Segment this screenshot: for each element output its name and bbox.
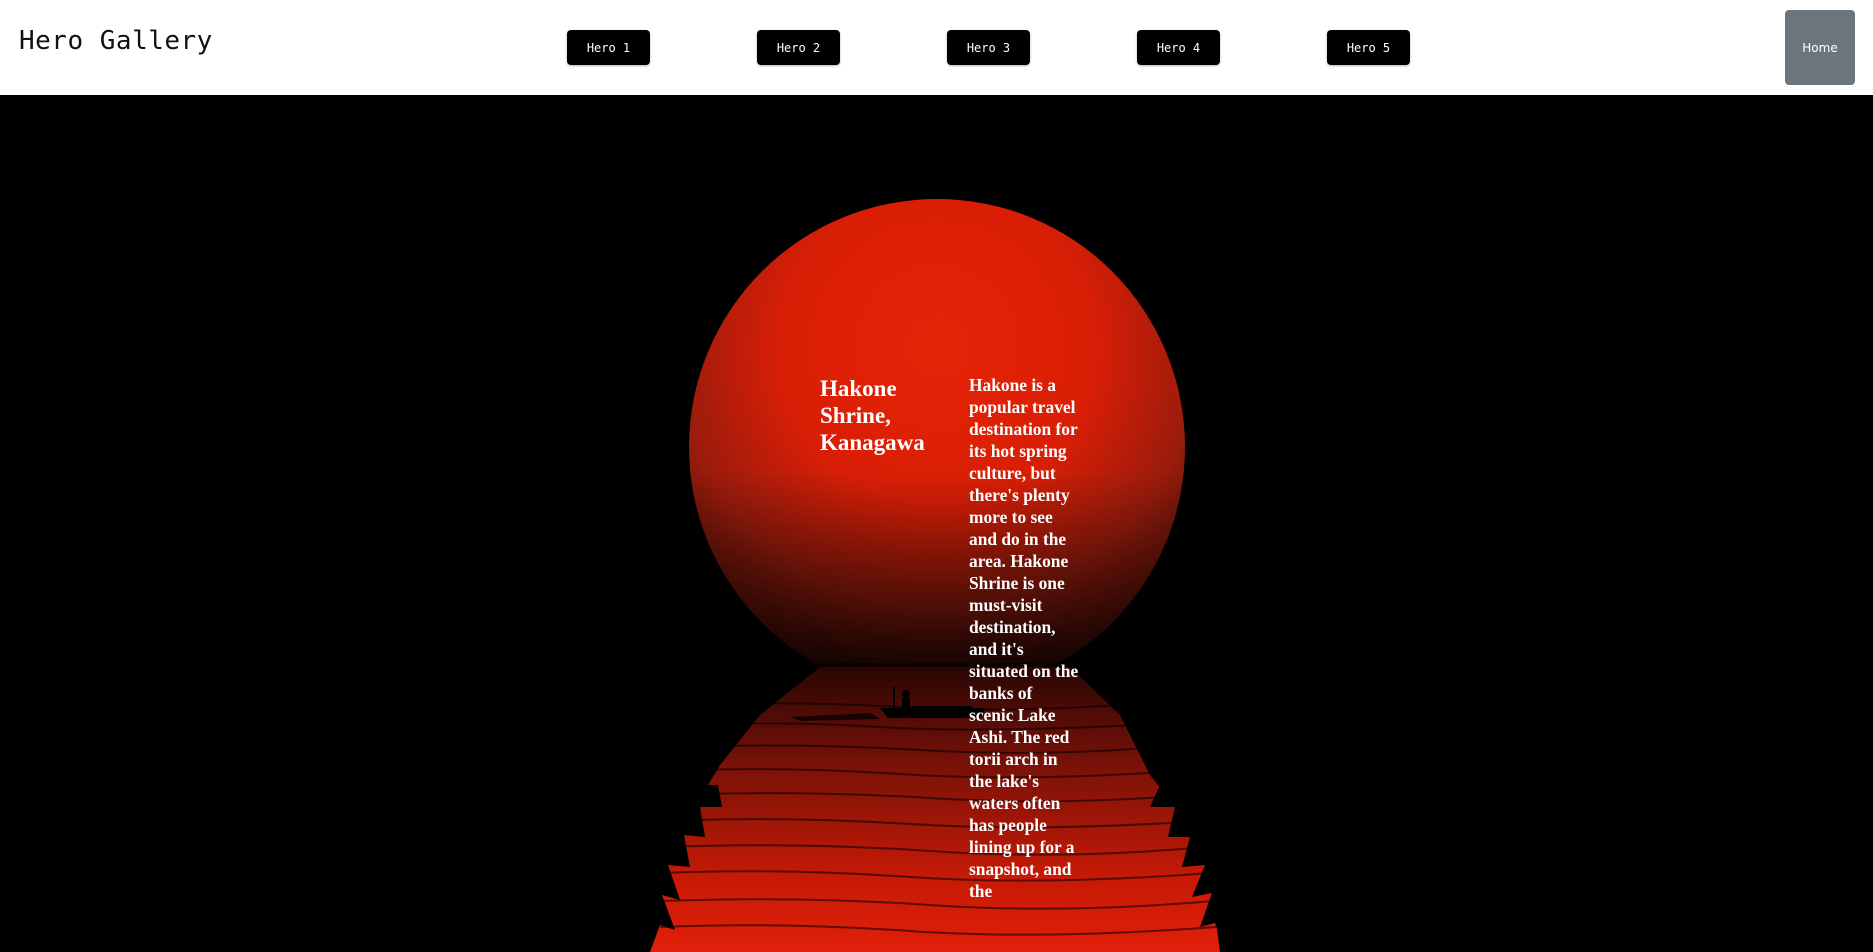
hero-4-button[interactable]: Hero 4 (1137, 30, 1220, 65)
hero-2-button[interactable]: Hero 2 (757, 30, 840, 65)
brand-title: Hero Gallery (19, 26, 213, 56)
hero-title: Hakone Shrine, Kanagawa (820, 376, 925, 455)
hero-1-button[interactable]: Hero 1 (567, 30, 650, 65)
hero-3-button[interactable]: Hero 3 (947, 30, 1030, 65)
hero-description: Hakone is a popular travel destination f… (969, 375, 1079, 901)
hero-image (640, 199, 1240, 952)
hero-5-button[interactable]: Hero 5 (1327, 30, 1410, 65)
top-header: Hero Gallery Hero 1 Hero 2 Hero 3 Hero 4… (0, 0, 1873, 95)
hero-section: Hakone Shrine, Kanagawa Hakone is a popu… (0, 95, 1873, 952)
home-button[interactable]: Home (1785, 10, 1855, 85)
